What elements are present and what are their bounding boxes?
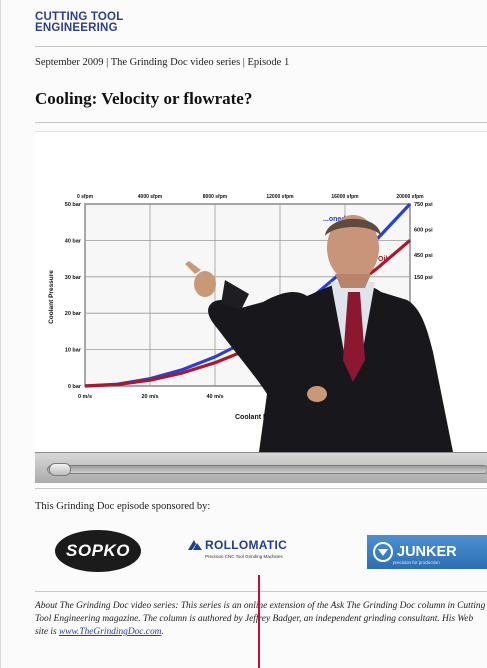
sponsor-label: This Grinding Doc episode sponsored by: (35, 501, 211, 512)
y-right-tick-label: 450 psi (414, 253, 433, 259)
about-end: . (161, 627, 164, 637)
divider (35, 488, 487, 489)
cutting-tool-engineering-logo[interactable]: CUTTING TOOL ENGINEERING (35, 11, 123, 34)
rollomatic-logo-text: ROLLOMATIC (205, 538, 288, 552)
about-label: About The Grinding Doc video series: (35, 601, 179, 611)
x-bottom-tick-label: 0 m/s (78, 394, 92, 400)
video-scrub-thumb[interactable] (49, 463, 71, 476)
x-top-tick-label: 16000 sfpm (331, 194, 359, 200)
y-axis-label: Coolant Pressure (48, 270, 55, 324)
y-right-tick-label: 600 psi (414, 227, 433, 233)
junker-mark-icon (373, 542, 393, 562)
page-title: Cooling: Velocity or flowrate? (35, 89, 253, 108)
x-bottom-tick-label: 40 m/s (206, 394, 223, 400)
rollomatic-logo[interactable]: ROLLOMATIC Precision CNC Tool Grinding M… (187, 538, 317, 568)
grinding-doc-link[interactable]: www.TheGrindingDoc.com (59, 627, 161, 637)
rollomatic-tagline: Precision CNC Tool Grinding Machines (205, 554, 283, 559)
divider (35, 122, 487, 123)
x-bottom-tick-label: 20 m/s (141, 394, 158, 400)
x-top-tick-label: 0 sfpm (77, 194, 94, 200)
junker-tagline: precision for production (393, 560, 440, 565)
sopko-logo-text: SOPKO (66, 541, 130, 560)
y-right-tick-label: 150 psi (414, 275, 433, 281)
red-pointer-line (258, 575, 260, 668)
legend-label-oil: Oil (378, 256, 387, 263)
issue-line: September 2009 | The Grinding Doc video … (35, 57, 290, 68)
divider (35, 46, 487, 47)
video-player[interactable]: 0 bar 10 bar 20 bar 30 bar 40 bar 50 bar 0 sfp… (35, 131, 487, 483)
y-left-tick-label: 40 bar (65, 238, 82, 244)
divider (35, 591, 487, 592)
x-top-tick-label: 12000 sfpm (266, 194, 294, 200)
x-top-tick-label: 4000 sfpm (138, 194, 163, 200)
video-frame-chart: 0 bar 10 bar 20 bar 30 bar 40 bar 50 bar 0 sfp… (48, 194, 453, 452)
y-left-tick-label: 50 bar (65, 202, 82, 208)
page: CUTTING TOOL ENGINEERING September 2009 … (0, 0, 487, 668)
x-top-tick-label: 8000 sfpm (203, 194, 228, 200)
sopko-logo[interactable]: SOPKO (55, 530, 141, 572)
rollomatic-mark-icon (188, 540, 202, 550)
y-left-tick-label: 20 bar (65, 311, 82, 317)
y-left-tick-label: 30 bar (65, 275, 82, 281)
junker-logo-text: JUNKER (397, 544, 457, 560)
video-scrub-track[interactable] (47, 465, 487, 474)
x-top-tick-label: 20000 sfpm (396, 194, 424, 200)
y-left-tick-label: 0 bar (68, 384, 82, 390)
about-paragraph: About The Grinding Doc video series: Thi… (35, 600, 487, 664)
logo-line-2: ENGINEERING (35, 22, 118, 34)
y-right-tick-label: 750 psi (414, 202, 433, 208)
y-left-tick-label: 10 bar (65, 348, 82, 354)
video-controls (35, 452, 487, 483)
